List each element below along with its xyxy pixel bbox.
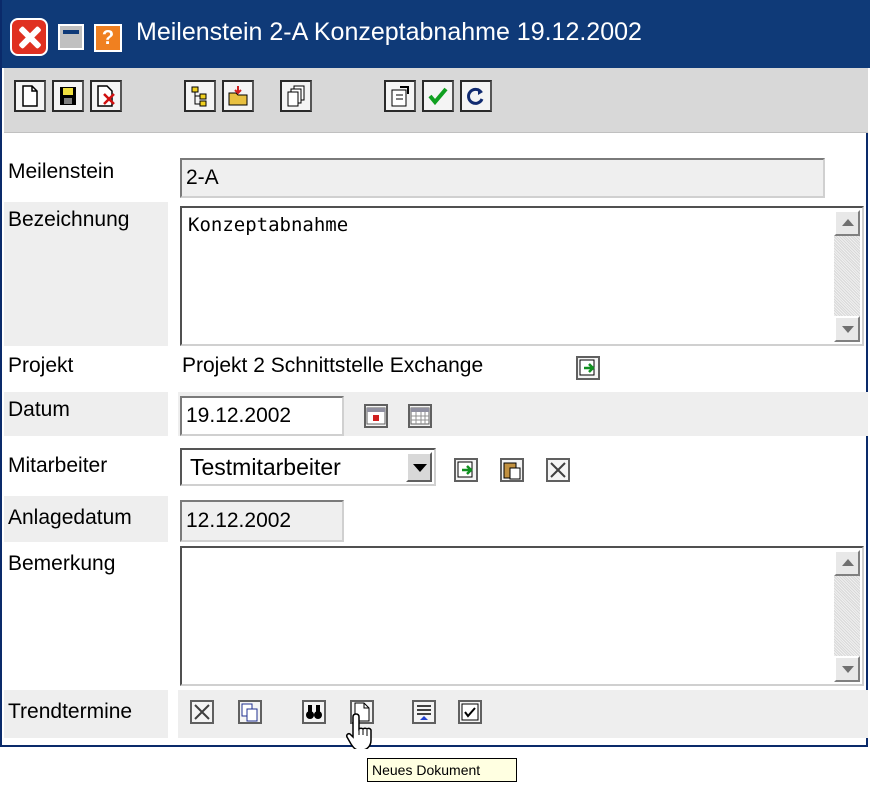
copy-icon[interactable]: [280, 80, 312, 112]
bezeichnung-label: Bezeichnung: [8, 208, 130, 231]
anlagedatum-label: Anlagedatum: [8, 506, 132, 529]
close-icon[interactable]: [10, 18, 48, 56]
scroll-down-icon[interactable]: [834, 656, 860, 682]
goto-projekt-icon[interactable]: [576, 356, 600, 380]
goto-mitarbeiter-icon[interactable]: [454, 458, 478, 482]
bezeichnung-textarea[interactable]: Konzeptabnahme: [180, 206, 864, 346]
save-icon[interactable]: [52, 80, 84, 112]
minimize-icon[interactable]: [58, 24, 84, 50]
copy-trend-icon[interactable]: [238, 700, 262, 724]
checkmark-icon[interactable]: [422, 80, 454, 112]
scroll-up-icon[interactable]: [834, 550, 860, 576]
anlagedatum-field: 12.12.2002: [180, 500, 344, 542]
open-folder-icon[interactable]: [222, 80, 254, 112]
paste-icon[interactable]: [500, 458, 524, 482]
tooltip: Neues Dokument: [367, 758, 517, 782]
refresh-icon[interactable]: [460, 80, 492, 112]
scroll-down-icon[interactable]: [834, 316, 860, 342]
calendar-grid-icon[interactable]: [408, 404, 432, 428]
tree-icon[interactable]: [184, 80, 216, 112]
meilenstein-field[interactable]: 2-A: [180, 158, 825, 198]
projekt-value: Projekt 2 Schnittstelle Exchange: [182, 354, 484, 377]
bezeichnung-scrollbar[interactable]: [834, 210, 860, 342]
binoculars-icon[interactable]: [302, 700, 326, 724]
bemerkung-label: Bemerkung: [8, 552, 116, 575]
delete-icon[interactable]: [90, 80, 122, 112]
help-icon[interactable]: ?: [94, 24, 122, 52]
bezeichnung-text: Konzeptabnahme: [188, 214, 349, 236]
mitarbeiter-select[interactable]: Testmitarbeiter: [180, 448, 436, 486]
new-document-icon[interactable]: [14, 80, 46, 112]
title-bar: ? Meilenstein 2-A Konzeptabnahme 19.12.2…: [2, 0, 870, 68]
bemerkung-scrollbar[interactable]: [834, 550, 860, 682]
window-title: Meilenstein 2-A Konzeptabnahme 19.12.200…: [136, 18, 642, 46]
properties-icon[interactable]: [384, 80, 416, 112]
hand-cursor-icon: [346, 713, 372, 751]
value-background: [178, 690, 868, 738]
toolbar: [4, 68, 868, 133]
clear-icon[interactable]: [546, 458, 570, 482]
projekt-label: Projekt: [8, 354, 74, 377]
checkbox-icon[interactable]: [458, 700, 482, 724]
meilenstein-label: Meilenstein: [8, 160, 115, 183]
trendtermine-label: Trendtermine: [8, 700, 133, 723]
mitarbeiter-selected: Testmitarbeiter: [190, 454, 341, 480]
list-icon[interactable]: [412, 700, 436, 724]
calendar-icon[interactable]: [364, 404, 388, 428]
delete-trend-icon[interactable]: [190, 700, 214, 724]
datum-label: Datum: [8, 398, 70, 421]
bemerkung-textarea[interactable]: [180, 546, 864, 686]
mitarbeiter-label: Mitarbeiter: [8, 454, 108, 477]
datum-field[interactable]: 19.12.2002: [180, 396, 344, 436]
chevron-down-icon[interactable]: [406, 452, 432, 482]
dialog-window: ? Meilenstein 2-A Konzeptabnahme 19.12.2…: [0, 0, 870, 751]
scroll-up-icon[interactable]: [834, 210, 860, 236]
